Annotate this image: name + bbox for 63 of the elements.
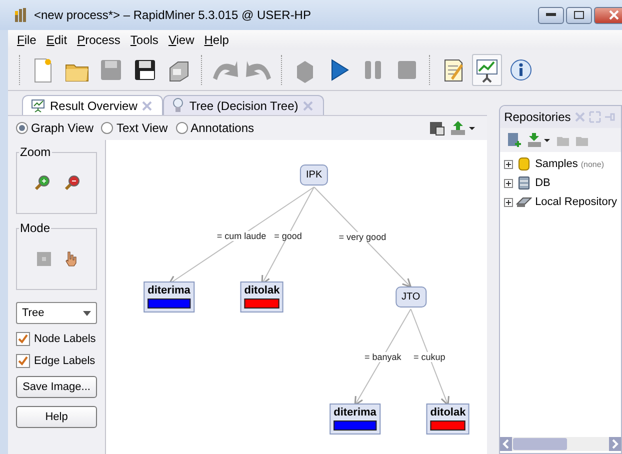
- save-icon[interactable]: [429, 120, 446, 136]
- expand-icon[interactable]: [504, 160, 514, 168]
- scroll-right-icon[interactable]: [609, 437, 621, 451]
- scroll-left-icon[interactable]: [500, 437, 512, 451]
- button[interactable]: Save Image...: [16, 376, 97, 398]
- caret-icon: [83, 310, 91, 316]
- edge-label: = banyak: [364, 352, 402, 362]
- edge-label: = cum laude: [216, 230, 266, 240]
- edge-label: = cukup: [414, 352, 446, 362]
- leaf-node[interactable]: diterima: [144, 282, 194, 312]
- repository-item[interactable]: DB: [504, 175, 617, 191]
- close-button[interactable]: [594, 6, 622, 24]
- group-title: Mode: [19, 221, 52, 235]
- repository-item[interactable]: Samples (none): [504, 156, 617, 172]
- maximize-icon: [574, 11, 584, 19]
- leaf-node[interactable]: ditolak: [240, 282, 284, 312]
- menu-item[interactable]: Tools: [125, 31, 164, 49]
- checkbox[interactable]: Edge Labels: [16, 354, 97, 368]
- transform-icon[interactable]: [36, 252, 50, 266]
- tree-node[interactable]: JTO: [395, 286, 426, 308]
- edge-label: = very good: [338, 232, 386, 242]
- checkbox[interactable]: Node Labels: [16, 332, 97, 346]
- menu-item[interactable]: View: [163, 31, 200, 49]
- menu-item[interactable]: File: [12, 31, 42, 49]
- minimize-button[interactable]: [538, 6, 564, 24]
- menu-item[interactable]: Edit: [41, 31, 72, 49]
- expand-icon[interactable]: [504, 178, 514, 188]
- leaf-node[interactable]: ditolak: [426, 404, 470, 434]
- minimize-icon: [546, 13, 556, 17]
- layout-dropdown[interactable]: Tree: [16, 302, 97, 324]
- check-icon: [18, 334, 28, 344]
- hand-icon[interactable]: [64, 251, 76, 267]
- horizontal-scrollbar[interactable]: [500, 437, 621, 451]
- close-icon[interactable]: [142, 100, 152, 110]
- view-radio[interactable]: Graph View: [14, 121, 96, 135]
- expand-icon[interactable]: [504, 198, 514, 206]
- jar-icon: [516, 156, 532, 172]
- panel-title: Repositories: [504, 110, 571, 124]
- app-logo-icon: [14, 7, 28, 23]
- group-title: Zoom: [19, 145, 52, 159]
- maximize-button[interactable]: [566, 6, 592, 24]
- tree-node[interactable]: IPK: [300, 164, 328, 186]
- tab[interactable]: Result Overview: [22, 95, 164, 115]
- zoom-in-icon[interactable]: [34, 175, 50, 191]
- close-icon: [609, 10, 619, 20]
- button[interactable]: Help: [16, 406, 97, 428]
- window-title: <new process*> – RapidMiner 5.3.015 @ USER-HP: [34, 8, 312, 22]
- menu-item[interactable]: Help: [199, 31, 234, 49]
- repository-item[interactable]: Local Repository: [504, 194, 617, 210]
- zoom-out-icon[interactable]: [64, 175, 80, 191]
- check-icon: [18, 356, 28, 366]
- add-repository-icon[interactable]: [506, 132, 522, 148]
- view-radio[interactable]: Annotations: [174, 121, 256, 135]
- tab[interactable]: Tree (Decision Tree): [163, 95, 324, 115]
- import-icon[interactable]: [527, 132, 552, 148]
- edge-label: = good: [274, 230, 302, 240]
- leaf-node[interactable]: diterima: [330, 404, 380, 434]
- database-icon: [516, 175, 532, 191]
- toolbar-button[interactable]: [472, 54, 502, 86]
- view-radio[interactable]: Text View: [99, 121, 170, 135]
- chart-icon: [31, 98, 45, 112]
- menu-item[interactable]: Process: [72, 31, 126, 49]
- lightbulb-icon: [172, 98, 184, 113]
